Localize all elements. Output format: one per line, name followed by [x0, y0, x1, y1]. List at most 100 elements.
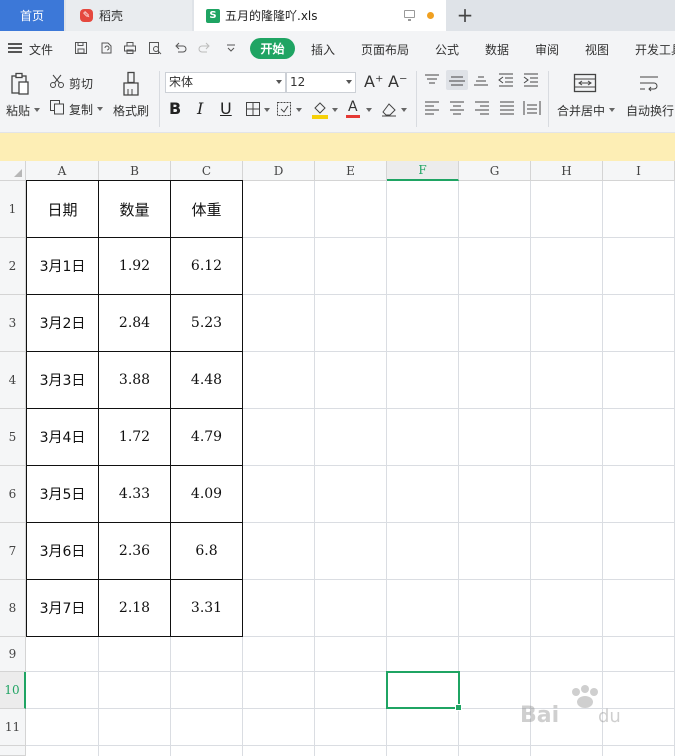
merge-center-dropdown-icon[interactable]	[609, 108, 615, 112]
align-right-icon[interactable]	[474, 101, 490, 115]
border-dropdown-icon[interactable]	[264, 108, 270, 112]
row-header-6[interactable]: 6	[0, 466, 26, 523]
copy-dropdown-icon[interactable]	[97, 107, 103, 111]
cell-b5[interactable]: 1.72	[99, 409, 170, 465]
redo-icon[interactable]	[198, 41, 212, 55]
font-name-select[interactable]: 宋体	[165, 72, 286, 93]
align-center-icon[interactable]	[449, 101, 465, 115]
tab-daoke[interactable]: ✎ 稻壳	[66, 0, 192, 31]
bold-button[interactable]: B	[169, 99, 185, 119]
cell-b6[interactable]: 4.33	[99, 466, 170, 522]
format-painter-icon[interactable]	[121, 71, 141, 97]
paste-dropdown-icon[interactable]	[34, 108, 40, 112]
select-all-button[interactable]	[0, 161, 26, 181]
paste-icon[interactable]	[10, 72, 30, 96]
row-header-8[interactable]: 8	[0, 580, 26, 637]
column-header-c[interactable]: C	[171, 161, 243, 181]
copy-icon[interactable]	[49, 99, 65, 115]
row-header-4[interactable]: 4	[0, 352, 26, 409]
cell-b3[interactable]: 2.84	[99, 295, 170, 351]
column-header-b[interactable]: B	[99, 161, 171, 181]
clear-format-dropdown-icon[interactable]	[401, 108, 407, 112]
align-left-icon[interactable]	[424, 101, 440, 115]
row-header-9[interactable]: 9	[0, 637, 26, 672]
row-header-1[interactable]: 1	[0, 181, 26, 238]
tab-home[interactable]: 首页	[0, 0, 64, 31]
paste-button[interactable]: 粘贴	[6, 102, 30, 119]
merge-center-icon[interactable]	[573, 73, 597, 93]
cell-a3[interactable]: 3月2日	[27, 295, 98, 351]
copy-button[interactable]: 复制	[69, 101, 93, 118]
fill-pattern-icon[interactable]	[276, 101, 292, 117]
cell-c4[interactable]: 4.48	[171, 352, 242, 408]
screen-icon[interactable]	[404, 10, 415, 21]
column-header-i[interactable]: I	[603, 161, 675, 181]
column-header-f[interactable]: F	[387, 161, 459, 181]
new-tab-button[interactable]: +	[454, 3, 476, 27]
selected-cell-f10[interactable]	[386, 671, 462, 711]
column-header-h[interactable]: H	[531, 161, 603, 181]
font-size-select[interactable]: 12	[286, 72, 356, 93]
wrap-text-button[interactable]: 自动换行	[626, 102, 674, 119]
row-header-11[interactable]: 11	[0, 709, 26, 746]
cell-c3[interactable]: 5.23	[171, 295, 242, 351]
cell-c7[interactable]: 6.8	[171, 523, 242, 579]
cell-c5[interactable]: 4.79	[171, 409, 242, 465]
cell-a1[interactable]: 日期	[27, 181, 98, 237]
row-header-3[interactable]: 3	[0, 295, 26, 352]
menu-insert[interactable]: 插入	[311, 41, 335, 58]
fill-color-icon[interactable]	[311, 99, 329, 119]
print-icon[interactable]	[123, 41, 137, 55]
cell-a5[interactable]: 3月4日	[27, 409, 98, 465]
tab-document[interactable]: S 五月的隆隆吖.xls	[194, 0, 446, 31]
column-header-e[interactable]: E	[315, 161, 387, 181]
cell-a2[interactable]: 3月1日	[27, 238, 98, 294]
fill-color-dropdown-icon[interactable]	[332, 108, 338, 112]
wrap-text-icon[interactable]	[638, 73, 660, 93]
cell-b7[interactable]: 2.36	[99, 523, 170, 579]
cell-b2[interactable]: 1.92	[99, 238, 170, 294]
column-header-g[interactable]: G	[459, 161, 531, 181]
fill-pattern-dropdown-icon[interactable]	[296, 108, 302, 112]
menu-start[interactable]: 开始	[250, 38, 295, 59]
increase-indent-icon[interactable]	[523, 73, 539, 87]
cell-b1[interactable]: 数量	[99, 181, 170, 237]
decrease-font-size-button[interactable]: A⁻	[388, 72, 407, 92]
menu-view[interactable]: 视图	[585, 41, 609, 58]
italic-button[interactable]: I	[197, 99, 211, 119]
print-preview-icon[interactable]	[148, 41, 162, 55]
cell-a7[interactable]: 3月6日	[27, 523, 98, 579]
cell-a8[interactable]: 3月7日	[27, 580, 98, 636]
cut-button[interactable]: 剪切	[69, 75, 93, 92]
row-header-12[interactable]	[0, 746, 26, 756]
decrease-indent-icon[interactable]	[498, 73, 514, 87]
export-icon[interactable]	[99, 41, 113, 55]
cell-c8[interactable]: 3.31	[171, 580, 242, 636]
row-header-10[interactable]: 10	[0, 672, 26, 709]
hamburger-menu-icon[interactable]	[8, 43, 22, 53]
row-header-5[interactable]: 5	[0, 409, 26, 466]
menu-formulas[interactable]: 公式	[435, 41, 459, 58]
cell-a6[interactable]: 3月5日	[27, 466, 98, 522]
align-bottom-icon[interactable]	[473, 73, 489, 87]
row-header-2[interactable]: 2	[0, 238, 26, 295]
border-icon[interactable]	[245, 101, 261, 117]
customize-toolbar-icon[interactable]	[224, 41, 238, 55]
save-icon[interactable]	[74, 41, 88, 55]
menu-data[interactable]: 数据	[485, 41, 509, 58]
row-header-7[interactable]: 7	[0, 523, 26, 580]
align-middle-icon[interactable]	[446, 70, 468, 90]
distributed-align-icon[interactable]	[523, 100, 541, 116]
menu-page-layout[interactable]: 页面布局	[361, 41, 409, 58]
column-header-d[interactable]: D	[243, 161, 315, 181]
font-color-icon[interactable]: A	[345, 98, 361, 120]
underline-button[interactable]: U	[220, 99, 236, 119]
cell-c6[interactable]: 4.09	[171, 466, 242, 522]
cell-a4[interactable]: 3月3日	[27, 352, 98, 408]
cell-b8[interactable]: 2.18	[99, 580, 170, 636]
cell-b4[interactable]: 3.88	[99, 352, 170, 408]
undo-icon[interactable]	[173, 41, 187, 55]
cut-icon[interactable]	[49, 73, 65, 89]
format-painter-button[interactable]: 格式刷	[113, 102, 149, 119]
cell-c2[interactable]: 6.12	[171, 238, 242, 294]
